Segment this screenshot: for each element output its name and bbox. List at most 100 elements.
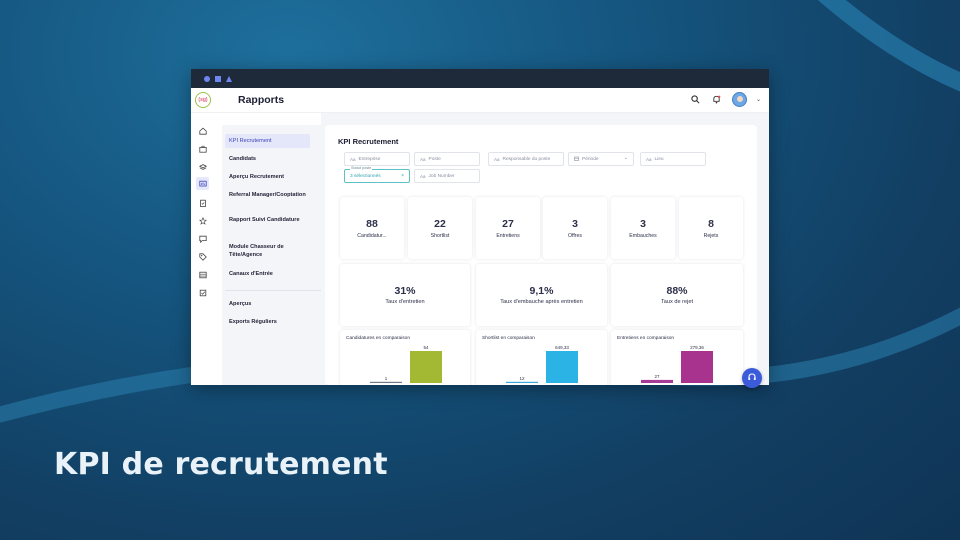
chart-data-label: 54 <box>423 345 429 350</box>
rate-label: Taux d'entretien <box>385 299 425 305</box>
chart-bar <box>641 379 673 383</box>
chart-data-label: 12 <box>519 376 525 381</box>
stat-value: 27 <box>502 217 514 230</box>
icon-sidebar <box>191 113 213 385</box>
star-icon[interactable] <box>197 215 208 226</box>
stat-value: 22 <box>434 217 446 230</box>
subnav-item-chasseur[interactable]: Module Chasseur de Tête/Agence <box>225 240 310 262</box>
stat-label: Shortlist <box>430 232 450 239</box>
window-titlebar <box>191 69 769 88</box>
statut-poste-label: Statut poste <box>350 166 373 170</box>
chart-card-entretiens[interactable]: Entretiens en comparaison 27 279,36 <box>611 330 743 385</box>
subnav-item-referral[interactable]: Referral Manager/Cooptation <box>225 188 310 202</box>
stat-value: 3 <box>572 217 578 230</box>
app-logo[interactable]: (sg) <box>195 92 211 108</box>
table-icon[interactable] <box>197 269 208 280</box>
lieu-filter[interactable]: Aa Lieu <box>640 152 706 166</box>
subnav-item-candidats[interactable]: Candidats <box>225 152 310 166</box>
stat-label: Offres <box>567 232 583 239</box>
lieu-placeholder: Lieu <box>654 156 664 162</box>
chart-canvas: 1 54 <box>370 345 442 383</box>
poste-filter[interactable]: Aa Poste <box>414 152 480 166</box>
main-panel: KPI Recrutement Aa Entreprise Aa Poste Aa R… <box>325 125 757 385</box>
statut-poste-value: 3 sélectionnés <box>350 173 381 179</box>
rate-label: Taux d'embauche après entretien <box>500 299 583 305</box>
slide-title: KPI de recrutement <box>54 447 388 482</box>
chart-bar <box>410 351 442 383</box>
checkbox-icon[interactable] <box>197 287 208 298</box>
clear-icon[interactable]: × <box>401 173 404 179</box>
rate-value: 9,1% <box>529 285 554 297</box>
subnav-item-exports[interactable]: Exports Réguliers <box>225 315 310 329</box>
stat-card-shortlist[interactable]: 22 Shortlist <box>408 197 472 259</box>
chart-card-shortlist[interactable]: Shortlist en comparaison 12 649,33 <box>476 330 607 385</box>
stat-card-offres[interactable]: 3 Offres <box>543 197 607 259</box>
chat-icon[interactable] <box>197 233 208 244</box>
chart-bar <box>370 381 402 383</box>
calendar-icon <box>574 156 579 163</box>
section-title: KPI Recrutement <box>338 137 399 146</box>
stat-value: 8 <box>708 217 714 230</box>
periode-placeholder: Période <box>582 156 599 162</box>
app-window: (sg) Rapports ⌄ KPI Recrutement Candidat… <box>191 69 769 385</box>
text-field-icon: Aa <box>420 173 426 179</box>
reports-icon[interactable] <box>196 177 209 190</box>
headset-icon <box>747 369 757 387</box>
subnav-item-apercus[interactable]: Aperçus <box>225 297 310 311</box>
stat-label: Embauches <box>629 232 657 239</box>
subnav-item-canaux[interactable]: Canaux d'Entrée <box>225 267 310 281</box>
chart-bar <box>506 381 538 383</box>
triangle-icon <box>226 75 232 82</box>
circle-icon <box>204 75 210 82</box>
responsable-placeholder: Responsable du poste <box>502 156 551 162</box>
job-number-placeholder: Job Number <box>428 173 455 179</box>
rate-card-rejet[interactable]: 88% Taux de rejet <box>611 264 743 326</box>
subnav-item-apercu-recrutement[interactable]: Aperçu Recrutement <box>225 170 310 184</box>
chevron-down-icon[interactable]: ⌄ <box>756 96 761 103</box>
text-field-icon: Aa <box>420 156 426 162</box>
text-field-icon: Aa <box>494 156 500 162</box>
stat-card-candidatures[interactable]: 88 Candidatur... <box>340 197 404 259</box>
stat-value: 88 <box>366 217 378 230</box>
clipboard-icon[interactable] <box>197 197 208 208</box>
subnav-divider <box>225 290 321 291</box>
stat-card-embauches[interactable]: 3 Embauches <box>611 197 675 259</box>
stat-card-entretiens[interactable]: 27 Entretiens <box>476 197 540 259</box>
briefcase-icon[interactable] <box>197 143 208 154</box>
square-icon <box>215 75 221 82</box>
subnav-item-suivi-candidature[interactable]: Rapport Suivi Candidature <box>225 213 310 227</box>
periode-filter[interactable]: Période ⌄ <box>568 152 634 166</box>
chart-card-candidatures[interactable]: Candidatures en comparaison 1 54 <box>340 330 470 385</box>
job-number-filter[interactable]: Aa Job Number <box>414 169 480 183</box>
stat-value: 3 <box>640 217 646 230</box>
avatar[interactable] <box>731 92 747 107</box>
entreprise-filter[interactable]: Aa Entreprise <box>344 152 410 166</box>
statut-poste-filter[interactable]: Statut poste 3 sélectionnés × <box>344 166 410 183</box>
entreprise-placeholder: Entreprise <box>358 156 381 162</box>
bell-icon[interactable] <box>711 94 723 106</box>
tag-icon[interactable] <box>197 251 208 262</box>
subnav-item-kpi-recrutement[interactable]: KPI Recrutement <box>225 134 310 148</box>
rate-card-embauche[interactable]: 9,1% Taux d'embauche après entretien <box>476 264 607 326</box>
text-field-icon: Aa <box>350 156 356 162</box>
stat-card-rejets[interactable]: 8 Rejets <box>679 197 743 259</box>
rate-card-entretien[interactable]: 31% Taux d'entretien <box>340 264 470 326</box>
chart-bar <box>681 351 713 383</box>
text-field-icon: Aa <box>646 156 652 162</box>
chart-canvas: 27 279,36 <box>641 345 713 383</box>
stat-label: Entretiens <box>496 232 520 239</box>
chart-canvas: 12 649,33 <box>506 345 578 383</box>
layers-icon[interactable] <box>197 161 208 172</box>
chart-data-label: 649,33 <box>555 345 569 350</box>
page-title: Rapports <box>238 94 285 106</box>
home-icon[interactable] <box>197 125 208 136</box>
rate-label: Taux de rejet <box>660 299 694 305</box>
chevron-down-icon: ⌄ <box>623 155 628 161</box>
chart-bar <box>546 351 578 383</box>
search-icon[interactable] <box>690 94 702 106</box>
poste-placeholder: Poste <box>428 156 441 162</box>
responsable-filter[interactable]: Aa Responsable du poste <box>488 152 564 166</box>
support-button[interactable] <box>742 368 762 388</box>
chart-data-label: 27 <box>654 374 660 379</box>
chart-data-label: 279,36 <box>690 345 704 350</box>
